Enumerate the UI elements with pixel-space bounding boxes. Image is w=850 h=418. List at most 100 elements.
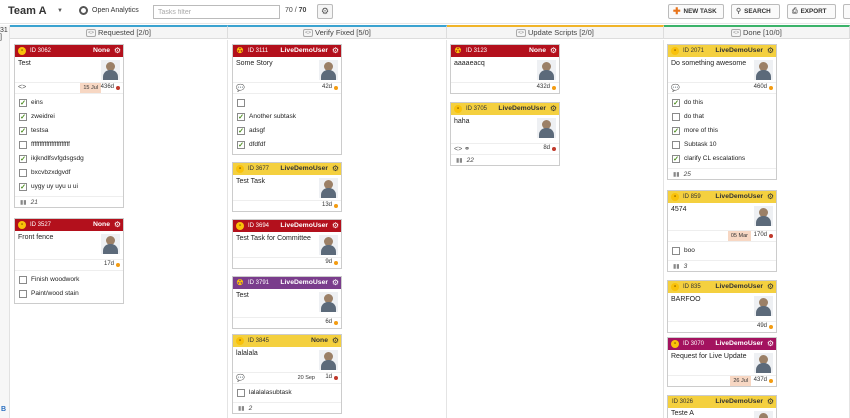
task-card[interactable]: • ID 3694 LiveDemoUser ⚙ Test Task for Comm… xyxy=(232,219,342,269)
subtask-item[interactable] xyxy=(233,96,341,110)
checkbox[interactable]: ✓ xyxy=(672,155,680,163)
checkbox[interactable] xyxy=(19,141,27,149)
open-analytics-link[interactable]: Open Analytics xyxy=(79,6,139,15)
subtask-item[interactable]: ✓ Another subtask xyxy=(233,110,341,124)
gear-icon[interactable]: ⚙ xyxy=(767,281,774,293)
column-header-verify-fixed[interactable]: <> Verify Fixed [5/0] xyxy=(228,25,447,39)
status-dot xyxy=(769,325,773,329)
card-info-row: 13d xyxy=(233,200,341,211)
subtask-item[interactable]: bxcvbzxdgvdf xyxy=(15,166,123,180)
checkbox[interactable]: ✓ xyxy=(237,127,245,135)
subtask-item[interactable]: ✓ clarify CL escalations xyxy=(668,152,776,166)
checkbox[interactable] xyxy=(19,276,27,284)
card-age: 460d xyxy=(753,84,767,90)
search-button[interactable]: ⚲ SEARCH xyxy=(731,4,780,19)
task-card[interactable]: • ID 835 LiveDemoUser ⚙ BARFOO 49d xyxy=(667,280,777,333)
gear-icon[interactable]: ⚙ xyxy=(332,220,339,232)
subtask-item[interactable]: lalalalasubtask xyxy=(233,386,341,400)
gear-icon[interactable]: ⚙ xyxy=(332,45,339,57)
subtask-item[interactable]: Subtask 10 xyxy=(668,138,776,152)
subtask-item[interactable]: ✓ dfdfdf xyxy=(233,138,341,152)
subtask-item[interactable]: ✓ eins xyxy=(15,96,123,110)
task-card[interactable]: • ID 2071 LiveDemoUser ⚙ Do something aweso… xyxy=(667,44,777,180)
team-selector[interactable]: Team A xyxy=(8,5,47,17)
checkbox[interactable] xyxy=(672,113,680,121)
subtask-item[interactable]: ✓ uygy uy uyu u ui xyxy=(15,180,123,194)
subtask-item[interactable]: ✓ do this xyxy=(668,96,776,110)
task-card[interactable]: • ID 3527 None ⚙ Front fence 17d Finish woo… xyxy=(14,218,124,304)
subtask-item[interactable]: ✓ more of this xyxy=(668,124,776,138)
checkbox[interactable]: ✓ xyxy=(237,113,245,121)
checkbox[interactable]: ✓ xyxy=(19,113,27,121)
subtask-item[interactable]: Finish woodwork xyxy=(15,273,123,287)
checkbox[interactable] xyxy=(19,169,27,177)
subtask-item[interactable]: boo xyxy=(668,244,776,258)
new-task-button[interactable]: ✚ NEW TASK xyxy=(668,4,724,19)
task-card[interactable]: • ID 3845 None ⚙ lalalala 💬 20 Sep 1d lalalal… xyxy=(232,334,342,414)
gear-icon[interactable]: ⚙ xyxy=(332,277,339,289)
subtask-item[interactable]: Paint/wood stain xyxy=(15,287,123,301)
subtask-label: adsgf xyxy=(249,127,265,134)
card-info-row: 9d xyxy=(233,257,341,268)
avatar xyxy=(101,234,120,254)
gear-icon[interactable]: ⚙ xyxy=(767,338,774,350)
column-header-update-scripts[interactable]: <> Update Scripts [2/0] xyxy=(447,25,664,39)
checkbox[interactable] xyxy=(672,141,680,149)
bar-chart-icon: ▮▮ xyxy=(456,158,463,164)
gear-icon[interactable]: ⚙ xyxy=(114,219,121,231)
task-card[interactable]: • ID 3705 LiveDemoUser ⚙ haha <> ⚭ 8d ▮▮ 22 xyxy=(450,102,560,166)
checkbox[interactable]: ✓ xyxy=(19,155,27,163)
gear-icon[interactable]: ⚙ xyxy=(550,103,557,115)
checkbox[interactable] xyxy=(672,247,680,255)
column-header-done[interactable]: <> Done [10/0] xyxy=(664,25,850,39)
previous-column-edge[interactable]: 31 ] xyxy=(0,25,10,418)
subtask-item[interactable]: ✓ testsa xyxy=(15,124,123,138)
gear-icon[interactable]: ⚙ xyxy=(114,45,121,57)
card-owner: None xyxy=(93,221,110,228)
card-body: haha xyxy=(451,115,559,143)
column-header-requested[interactable]: <> Requested [2/0] xyxy=(10,25,228,39)
task-card[interactable]: • ID 3070 LiveDemoUser ⚙ Request for Live U… xyxy=(667,337,777,387)
tasks-filter-input[interactable] xyxy=(153,5,280,19)
more-button[interactable] xyxy=(843,4,850,19)
checkbox[interactable]: ✓ xyxy=(672,127,680,135)
export-button[interactable]: ⎙ EXPORT xyxy=(787,4,836,19)
card-title: Front fence xyxy=(18,234,54,241)
checkbox[interactable]: ✓ xyxy=(19,183,27,191)
gear-icon[interactable]: ⚙ xyxy=(332,335,339,347)
gear-icon[interactable]: ⚙ xyxy=(767,191,774,203)
expand-icon[interactable]: <> xyxy=(516,29,526,37)
task-card[interactable]: ID 3026 LiveDemoUser ⚙ Teste A xyxy=(667,395,777,418)
task-card[interactable]: ☢ ID 3791 LiveDemoUser ⚙ Test 6d xyxy=(232,276,342,329)
subtask-item[interactable]: do that xyxy=(668,110,776,124)
checkbox[interactable] xyxy=(237,389,245,397)
subtask-item[interactable]: ✓ ikjkndlfsvfgdsgsdg xyxy=(15,152,123,166)
checkbox[interactable]: ✓ xyxy=(19,127,27,135)
task-card[interactable]: ☢ ID 3111 LiveDemoUser ⚙ Some Story 💬 42d ✓ A… xyxy=(232,44,342,155)
card-title: Test xyxy=(236,292,249,299)
gear-icon[interactable]: ⚙ xyxy=(767,396,774,408)
gear-icon[interactable]: ⚙ xyxy=(550,45,557,57)
avatar xyxy=(537,118,556,138)
checkbox[interactable]: ✓ xyxy=(672,99,680,107)
subtask-item[interactable]: ✓ adsgf xyxy=(233,124,341,138)
checkbox[interactable] xyxy=(19,290,27,298)
gear-icon[interactable]: ⚙ xyxy=(767,45,774,57)
task-card[interactable]: ☢ ID 3123 None ⚙ aaaaeacq 432d xyxy=(450,44,560,94)
card-body: Front fence xyxy=(15,231,123,259)
task-card[interactable]: • ID 859 LiveDemoUser ⚙ 4574 05 Mar 170d boo… xyxy=(667,190,777,272)
expand-icon[interactable]: <> xyxy=(731,29,742,37)
settings-gear-button[interactable]: ⚙ xyxy=(317,4,333,19)
checkbox[interactable]: ✓ xyxy=(19,99,27,107)
card-title: haha xyxy=(454,118,470,125)
gear-icon[interactable]: ⚙ xyxy=(332,163,339,175)
task-card[interactable]: • ID 3677 LiveDemoUser ⚙ Test Task 13d xyxy=(232,162,342,212)
subtask-item[interactable]: ✓ zweidrei xyxy=(15,110,123,124)
checkbox[interactable]: ✓ xyxy=(237,141,245,149)
expand-icon[interactable]: <> xyxy=(303,29,313,37)
subtask-item[interactable]: fffffffffffffffffffffff xyxy=(15,138,123,152)
task-card[interactable]: • ID 3062 None ⚙ Test <> 15 Jul 436d ✓ eins ✓ z… xyxy=(14,44,124,208)
expand-icon[interactable]: <> xyxy=(86,29,96,37)
chevron-down-icon[interactable]: ▼ xyxy=(57,8,63,14)
checkbox[interactable] xyxy=(237,99,245,107)
